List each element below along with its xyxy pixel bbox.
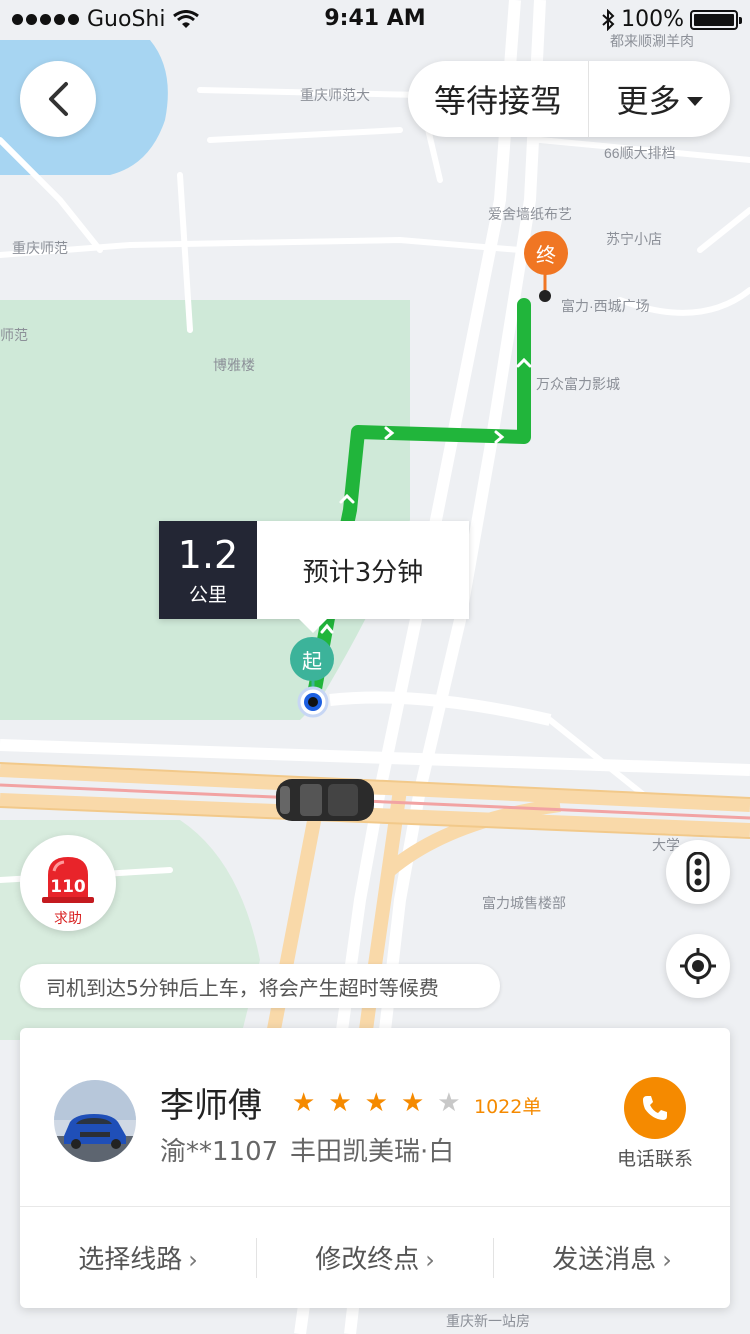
chevron-right-icon: › <box>188 1246 198 1274</box>
send-message-button[interactable]: 发送消息 › <box>494 1239 730 1276</box>
status-bar: GuoShi 9:41 AM 100% <box>0 0 750 40</box>
star-empty-icon: ★ <box>437 1088 461 1118</box>
map-label: 重庆新一站房 <box>446 1313 530 1329</box>
more-label: 更多 <box>616 82 681 120</box>
change-destination-button[interactable]: 修改终点 › <box>257 1239 493 1276</box>
driver-avatar[interactable] <box>54 1080 136 1162</box>
star-icon: ★ <box>328 1088 352 1118</box>
driver-card: 李师傅 ★ ★ ★ ★ ★ 1022单 渝**1107 丰田凯美瑞·白 电话联系… <box>20 1028 730 1308</box>
eta-text: 预计3分钟 <box>302 557 424 588</box>
driver-rating: ★ ★ ★ ★ ★ <box>292 1088 461 1118</box>
distance-box: 1.2 公里 <box>159 521 257 619</box>
phone-icon <box>643 1096 667 1120</box>
eta-card: 1.2 公里 预计3分钟 <box>159 521 469 633</box>
star-icon: ★ <box>364 1088 388 1118</box>
map-label: 富力·西城广场 <box>561 298 650 314</box>
map-label: 博雅楼 <box>213 357 255 373</box>
battery-icon <box>690 9 742 30</box>
start-marker[interactable]: 起 <box>290 637 334 681</box>
car-model: 丰田凯美瑞·白 <box>290 1137 455 1167</box>
locate-button[interactable] <box>666 934 730 998</box>
traffic-toggle-button[interactable] <box>666 840 730 904</box>
change-destination-label: 修改终点 <box>315 1245 420 1275</box>
ride-status-label: 等待接驾 <box>433 82 562 120</box>
end-marker[interactable]: 终 <box>524 231 568 275</box>
map-label: 爱舍墙纸布艺 <box>488 206 572 222</box>
more-button[interactable]: 更多 <box>589 76 730 122</box>
chevron-right-icon: › <box>425 1246 435 1274</box>
sos-number: 110 <box>50 877 86 897</box>
license-plate: 渝**1107 <box>160 1137 279 1167</box>
star-icon: ★ <box>400 1088 425 1118</box>
locate-icon <box>680 948 716 984</box>
caret-down-icon <box>686 96 703 106</box>
car-icon <box>276 779 374 821</box>
map-label: 重庆师范大 <box>300 87 370 103</box>
map-label: 重庆师范 <box>12 240 68 256</box>
traffic-light-icon <box>686 852 710 892</box>
call-label: 电话联系 <box>616 1148 693 1170</box>
call-button[interactable] <box>624 1077 686 1139</box>
distance-unit: 公里 <box>188 583 227 606</box>
status-right: 100% <box>601 7 742 32</box>
wait-fee-notice: 司机到达5分钟后上车，将会产生超时等候费 <box>20 964 500 1008</box>
select-route-button[interactable]: 选择线路 › <box>20 1239 256 1276</box>
map-label: 苏宁小店 <box>606 231 662 247</box>
back-button[interactable] <box>20 61 96 137</box>
bluetooth-icon <box>602 8 615 31</box>
select-route-label: 选择线路 <box>78 1245 183 1275</box>
top-menu-pill: 等待接驾 更多 <box>408 61 730 137</box>
action-bar: 选择线路 › 修改终点 › 发送消息 › <box>20 1207 730 1308</box>
map-label: 万众富力影城 <box>536 376 620 392</box>
back-icon <box>49 82 68 116</box>
map-label: 富力城售楼部 <box>482 895 566 911</box>
map-label: 66顺大排档 <box>604 145 676 161</box>
star-icon: ★ <box>292 1088 316 1118</box>
order-count: 1022单 <box>474 1096 542 1118</box>
battery-percent: 100% <box>621 7 684 32</box>
sos-label: 求助 <box>54 911 82 927</box>
send-message-label: 发送消息 <box>552 1245 657 1275</box>
distance-value: 1.2 <box>177 532 239 577</box>
driver-name: 李师傅 <box>160 1086 262 1126</box>
chevron-right-icon: › <box>662 1246 672 1274</box>
map-label: 师范 <box>0 327 28 343</box>
